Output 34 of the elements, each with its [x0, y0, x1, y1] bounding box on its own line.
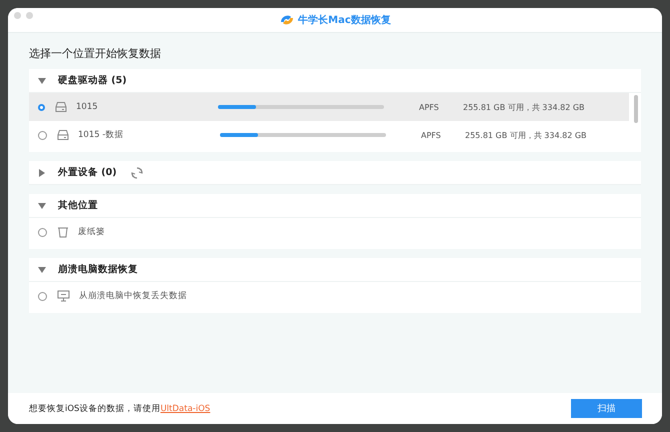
scrollbar-thumb[interactable] — [634, 95, 638, 123]
capacity-label: 255.81 GB 可用，共 334.82 GB — [465, 130, 587, 140]
disclosure-triangle-icon[interactable] — [38, 76, 46, 84]
disclosure-triangle-icon[interactable] — [38, 202, 46, 210]
radio-button[interactable] — [38, 130, 47, 140]
radio-button[interactable] — [38, 228, 47, 236]
location-row[interactable]: 1015 APFS 255.81 GB 可用，共 334.82 GB — [29, 93, 629, 121]
drive-icon — [55, 101, 67, 113]
disclosure-triangle-icon[interactable] — [38, 266, 46, 274]
footer-message: 想要恢复iOS设备的数据，请使用 UltData-iOS — [29, 402, 210, 414]
location-name: 1015 -数据 — [78, 129, 124, 141]
logo-icon — [279, 13, 296, 27]
radio-button[interactable] — [38, 292, 47, 300]
location-name: 从崩溃电脑中恢复丢失数据 — [79, 290, 188, 302]
monitor-icon — [57, 290, 70, 302]
trash-icon — [57, 226, 69, 238]
location-name: 废纸篓 — [78, 226, 106, 238]
location-row[interactable]: 废纸篓 — [29, 218, 629, 246]
location-row[interactable]: 从崩溃电脑中恢复丢失数据 — [29, 282, 629, 310]
capacity-label: 255.81 GB 可用，共 334.82 GB — [463, 102, 585, 112]
filesystem-label: APFS — [419, 102, 440, 112]
section-title: 其他位置 — [58, 199, 98, 212]
section-title: 硬盘驱动器 (5) — [58, 74, 127, 87]
disclosure-triangle-icon[interactable] — [38, 168, 46, 176]
section-title: 外置设备 (0) — [58, 166, 117, 179]
radio-button[interactable] — [38, 104, 45, 110]
refresh-icon[interactable] — [130, 166, 143, 178]
location-row[interactable]: 1015 -数据 APFS 255.81 GB 可用，共 334.82 GB — [29, 121, 629, 149]
location-name: 1015 — [76, 102, 99, 112]
drive-icon — [57, 129, 69, 141]
window-title: 牛学长Mac数据恢复 — [298, 14, 391, 27]
page-heading: 选择一个位置开始恢复数据 — [29, 46, 162, 61]
section-title: 崩溃电脑数据恢复 — [58, 263, 138, 276]
filesystem-label: APFS — [421, 130, 442, 140]
